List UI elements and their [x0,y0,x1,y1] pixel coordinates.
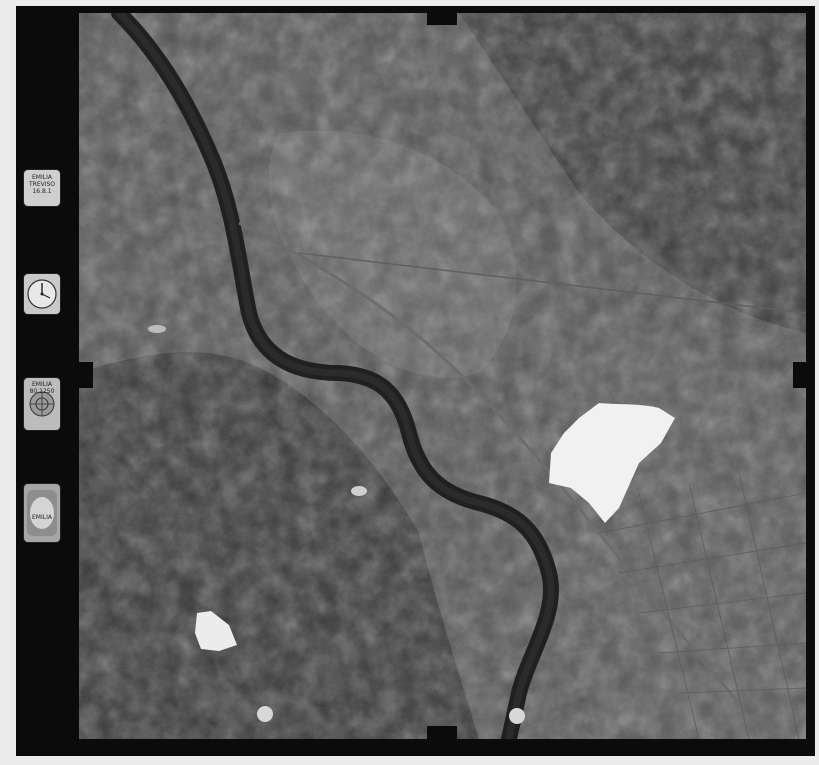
altimeter-icon [29,391,55,417]
fiducial-right [793,362,809,388]
fiducial-top [427,11,457,25]
bottom-light-left [257,706,273,722]
altimeter [24,378,60,430]
fiducial-bottom [427,726,457,740]
clock-icon [27,279,57,309]
clock-dial [24,274,60,314]
aerial-photograph [79,13,806,739]
lens-badge-icon [27,490,57,536]
label-card [24,170,60,206]
aerial-scene [79,13,806,739]
fiducial-left [77,362,93,388]
camera-badge [24,484,60,542]
bottom-light-right [509,708,525,724]
